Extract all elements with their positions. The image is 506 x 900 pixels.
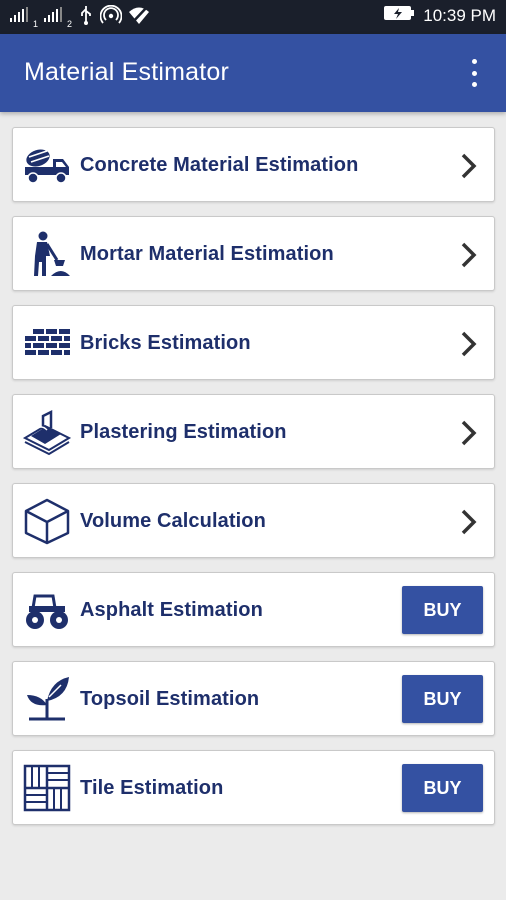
tile-pattern-icon <box>23 764 71 812</box>
app-bar: Material Estimator <box>0 34 506 112</box>
menu-dot <box>471 59 477 64</box>
status-bar: 1 2 10:39 PM <box>0 0 506 34</box>
road-roller-icon <box>23 586 71 634</box>
list-item-bricks[interactable]: Bricks Estimation <box>12 305 495 380</box>
buy-button[interactable]: BUY <box>402 764 483 812</box>
cube-icon <box>23 497 71 545</box>
list-item-mortar[interactable]: Mortar Material Estimation <box>12 216 495 291</box>
buy-button[interactable]: BUY <box>402 675 483 723</box>
list-item-topsoil[interactable]: Topsoil Estimation BUY <box>12 661 495 736</box>
list-item-label: Concrete Material Estimation <box>80 154 359 176</box>
brick-wall-icon <box>23 319 71 367</box>
sim1-label: 1 <box>33 18 39 29</box>
list-item-label: Volume Calculation <box>80 510 266 532</box>
battery-charging-icon <box>383 5 415 26</box>
concrete-mixer-truck-icon <box>23 141 71 189</box>
list-item-label: Bricks Estimation <box>80 332 251 354</box>
signal-icon <box>44 7 64 28</box>
list-item-label: Mortar Material Estimation <box>80 243 334 265</box>
list-item-label: Asphalt Estimation <box>80 599 263 621</box>
hotspot-icon <box>99 4 123 30</box>
list-item-tile[interactable]: Tile Estimation BUY <box>12 750 495 825</box>
clock: 10:39 PM <box>423 5 496 25</box>
estimator-list: Concrete Material Estimation Mortar Mate… <box>12 127 495 839</box>
list-item-label: Tile Estimation <box>80 777 224 799</box>
list-item-concrete[interactable]: Concrete Material Estimation <box>12 127 495 202</box>
plastering-trowel-icon <box>22 408 72 456</box>
sim2-label: 2 <box>67 18 73 29</box>
worker-shoveling-icon <box>23 230 71 278</box>
chevron-right-icon <box>460 419 478 447</box>
signal-icon <box>10 7 30 28</box>
menu-dot <box>471 70 477 76</box>
chevron-right-icon <box>460 241 478 269</box>
list-item-asphalt[interactable]: Asphalt Estimation BUY <box>12 572 495 647</box>
chevron-right-icon <box>460 152 478 180</box>
app-title: Material Estimator <box>24 58 230 86</box>
list-item-plastering[interactable]: Plastering Estimation <box>12 394 495 469</box>
plant-sprout-icon <box>23 675 71 723</box>
buy-button[interactable]: BUY <box>402 586 483 634</box>
list-item-label: Plastering Estimation <box>80 421 287 443</box>
chevron-right-icon <box>460 508 478 536</box>
usb-icon <box>78 5 94 30</box>
overflow-menu-button[interactable] <box>462 59 486 87</box>
list-item-label: Topsoil Estimation <box>80 688 260 710</box>
list-item-volume[interactable]: Volume Calculation <box>12 483 495 558</box>
chevron-right-icon <box>460 330 478 358</box>
wifi-off-icon <box>128 5 150 30</box>
menu-dot <box>471 82 477 87</box>
